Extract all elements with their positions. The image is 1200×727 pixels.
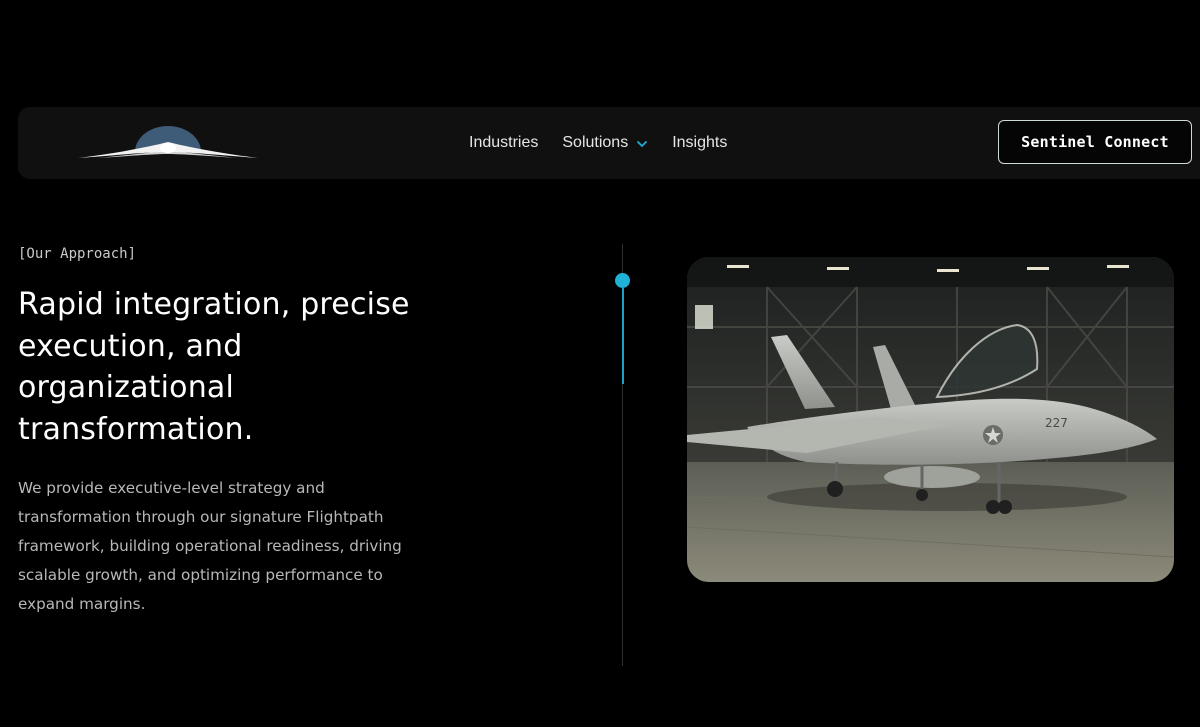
nav-item-industries[interactable]: Industries: [469, 134, 538, 152]
description-line: framework, building operational readines…: [18, 537, 402, 555]
section-description: We provide executive-level strategy and …: [18, 474, 438, 619]
headline-line: Rapid integration, precise: [18, 287, 410, 322]
nav-item-solutions[interactable]: Solutions: [562, 134, 648, 152]
description-line: scalable growth, and optimizing performa…: [18, 566, 383, 584]
sentinel-connect-button[interactable]: Sentinel Connect: [998, 120, 1192, 164]
page-headline: Rapid integration, precise execution, an…: [18, 284, 478, 450]
description-line: transformation through our signature Fli…: [18, 508, 384, 526]
chevron-down-icon: [636, 137, 648, 149]
section-eyebrow: [Our Approach]: [18, 246, 137, 262]
progress-dot: [615, 273, 630, 288]
headline-line: transformation.: [18, 411, 254, 447]
top-navbar: Industries Solutions Insights Sentinel C…: [18, 107, 1200, 179]
nav-item-label: Insights: [672, 134, 728, 151]
nav-item-label: Solutions: [562, 134, 629, 151]
description-line: expand margins.: [18, 595, 146, 613]
description-line: We provide executive-level strategy and: [18, 479, 325, 497]
headline-line: execution, and: [18, 328, 243, 364]
tail-number: 227: [1045, 416, 1068, 430]
progress-indicator: [621, 288, 624, 384]
headline-line: organizational: [18, 370, 235, 405]
nav-links: Industries Solutions Insights: [469, 107, 727, 179]
fighter-jet-image: 227: [687, 257, 1174, 582]
winged-emblem-logo[interactable]: [78, 125, 258, 165]
nav-item-insights[interactable]: Insights: [672, 134, 727, 152]
nav-item-label: Industries: [469, 134, 539, 151]
